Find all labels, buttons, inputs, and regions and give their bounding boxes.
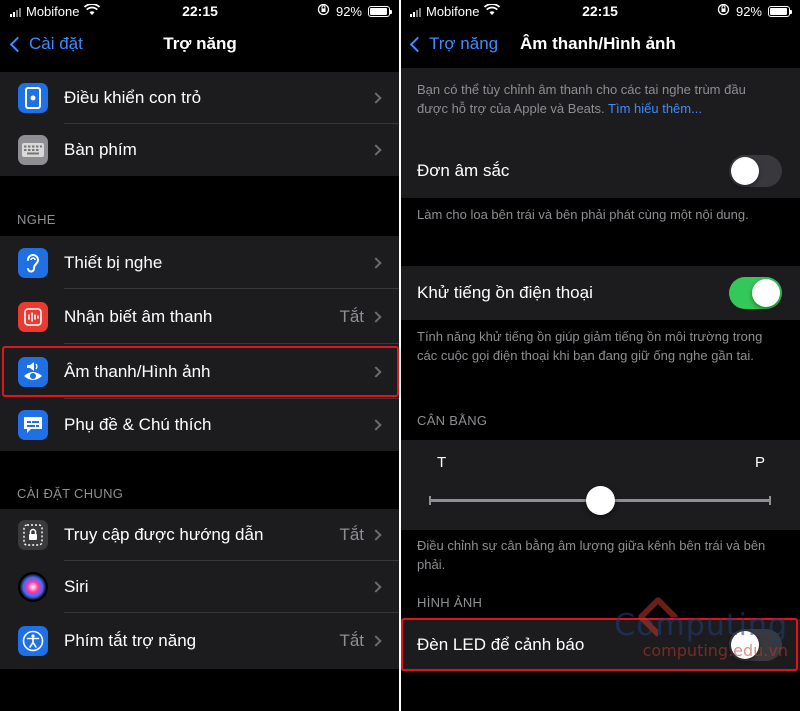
balance-group: T P xyxy=(400,440,800,530)
row-label: Nhận biết âm thanh xyxy=(64,306,213,326)
chevron-right-icon xyxy=(370,92,382,104)
chevron-right-icon xyxy=(370,144,382,156)
list-item-sound-recognition[interactable]: Nhận biết âm thanh Tắt xyxy=(0,289,400,344)
mono-audio-row: Đơn âm sắc xyxy=(400,144,800,198)
balance-note: Điều chỉnh sự cân bằng âm lượng giữa kên… xyxy=(417,538,766,572)
balance-left-label: T xyxy=(437,454,447,471)
audio-visual-icon xyxy=(18,356,48,387)
row-value: Tắt xyxy=(339,525,364,544)
noise-cancel-note: Tính năng khử tiếng ồn giúp giảm tiếng ồ… xyxy=(417,329,763,363)
battery-percent: 92% xyxy=(735,3,762,19)
row-label: Siri xyxy=(64,577,89,596)
watermark: Computing computing.edu.vn xyxy=(614,595,788,660)
toggle-knob xyxy=(731,157,759,185)
section-header-balance: CÂN BẰNG xyxy=(417,413,488,428)
learn-more-link[interactable]: Tìm hiểu thêm... xyxy=(608,101,702,116)
chevron-right-icon xyxy=(370,310,382,323)
nav-bar: Cài đặt Trợ năng xyxy=(0,24,400,68)
row-label: Âm thanh/Hình ảnh xyxy=(64,361,211,381)
intro-text-block: Bạn có thể tùy chỉnh âm thanh cho các ta… xyxy=(417,80,770,118)
section-header-general: CÀI ĐẶT CHUNG xyxy=(17,486,124,501)
row-label: Thiết bị nghe xyxy=(64,252,163,272)
mono-audio-group: Đơn âm sắc xyxy=(400,144,800,198)
mono-audio-toggle[interactable] xyxy=(729,155,782,187)
back-button[interactable]: Trợ năng xyxy=(408,34,498,54)
orientation-lock-icon xyxy=(317,3,330,19)
row-label: Truy cập được hướng dẫn xyxy=(64,525,264,544)
list-item-pointer-control[interactable]: Điều khiển con trỏ xyxy=(0,72,400,124)
panel-divider xyxy=(399,0,401,711)
status-right: 92% xyxy=(717,3,792,19)
hearing-group: Thiết bị nghe Nhận biết âm thanh Tắt Âm … xyxy=(0,236,400,451)
section-header-visual: HÌNH ẢNH xyxy=(417,595,483,610)
mono-audio-label: Đơn âm sắc xyxy=(417,161,510,180)
chevron-right-icon xyxy=(370,256,382,269)
sound-recognition-icon xyxy=(18,301,48,332)
nav-bar: Trợ năng Âm thanh/Hình ảnh xyxy=(400,24,800,68)
subtitles-icon xyxy=(18,410,48,440)
battery-icon xyxy=(768,5,792,17)
noise-cancel-row: Khử tiếng ồn điện thoại xyxy=(400,266,800,320)
noise-cancel-label: Khử tiếng ồn điện thoại xyxy=(417,283,593,302)
back-label: Trợ năng xyxy=(429,34,499,53)
keyboard-icon xyxy=(18,135,48,165)
orientation-lock-icon xyxy=(717,3,730,19)
list-item-guided-access[interactable]: Truy cập được hướng dẫn Tắt xyxy=(0,509,400,561)
balance-right-label: P xyxy=(754,454,765,471)
general-group: Truy cập được hướng dẫn Tắt Siri Phím tắ… xyxy=(0,509,400,669)
row-value: Tắt xyxy=(339,306,364,326)
top-group: Điều khiển con trỏ Bàn phím xyxy=(0,72,400,176)
siri-icon xyxy=(18,572,48,602)
status-bar: Mobifone 22:15 92% xyxy=(400,0,800,24)
chevron-right-icon xyxy=(370,581,382,593)
row-label: Phụ đề & Chú thích xyxy=(64,415,212,434)
led-flash-label: Đèn LED để cảnh báo xyxy=(417,635,585,654)
list-item-audio-visual[interactable]: Âm thanh/Hình ảnh xyxy=(0,344,400,399)
list-item-subtitles[interactable]: Phụ đề & Chú thích xyxy=(0,399,400,451)
chevron-left-icon xyxy=(409,36,426,52)
guided-access-icon xyxy=(18,520,48,550)
row-value: Tắt xyxy=(339,631,364,650)
battery-percent: 92% xyxy=(335,3,362,19)
pointer-control-icon xyxy=(18,83,48,113)
chevron-right-icon xyxy=(370,365,382,378)
section-header-hearing: NGHE xyxy=(17,212,56,227)
battery-icon xyxy=(368,5,392,17)
watermark-url: computing.edu.vn xyxy=(642,641,788,660)
accessibility-icon xyxy=(18,626,48,656)
mono-audio-note: Làm cho loa bên trái và bên phải phát cù… xyxy=(417,207,749,222)
row-label: Phím tắt trợ năng xyxy=(64,631,197,650)
chevron-right-icon xyxy=(370,419,382,431)
chevron-right-icon xyxy=(370,635,382,647)
list-item-hearing-devices[interactable]: Thiết bị nghe xyxy=(0,236,400,289)
list-item-accessibility-shortcut[interactable]: Phím tắt trợ năng Tắt xyxy=(0,613,400,669)
status-right: 92% xyxy=(317,3,392,19)
track-end-left xyxy=(429,496,431,505)
track-end-right xyxy=(769,496,771,505)
chevron-right-icon xyxy=(370,529,382,541)
toggle-knob xyxy=(752,279,780,307)
row-label: Điều khiển con trỏ xyxy=(64,88,202,107)
status-bar: Mobifone 22:15 92% xyxy=(0,0,400,24)
list-item-siri[interactable]: Siri xyxy=(0,561,400,613)
balance-slider-thumb[interactable] xyxy=(585,486,615,515)
list-item-keyboard[interactable]: Bàn phím xyxy=(0,124,400,176)
accessibility-screen: Mobifone 22:15 92% Cài đặt Trợ năng Điều… xyxy=(0,0,400,711)
audio-visual-screen: Mobifone 22:15 92% Trợ năng Âm thanh/Hìn… xyxy=(400,0,800,711)
ear-icon xyxy=(18,247,48,278)
noise-cancel-toggle[interactable] xyxy=(729,277,782,309)
page-title: Trợ năng xyxy=(163,34,237,53)
page-title: Âm thanh/Hình ảnh xyxy=(520,34,676,53)
noise-cancel-group: Khử tiếng ồn điện thoại xyxy=(400,266,800,320)
row-label: Bàn phím xyxy=(64,140,137,159)
